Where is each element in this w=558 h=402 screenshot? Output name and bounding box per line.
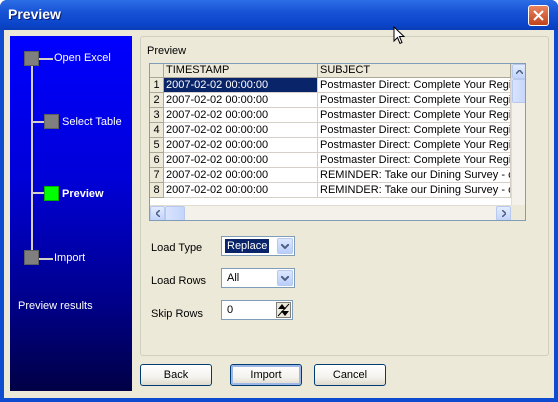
window-frame-bottom: [0, 398, 558, 402]
step-marker-open-excel: [24, 51, 39, 66]
cancel-button[interactable]: Cancel: [314, 364, 386, 386]
timestamp-cell[interactable]: 2007-02-02 00:00:00: [164, 123, 318, 138]
step-label-import: Import: [54, 252, 86, 264]
step-connector-line: [38, 258, 53, 260]
vertical-scrollbar[interactable]: [511, 64, 525, 205]
load-rows-value: All: [227, 272, 240, 284]
skip-rows-spin-button[interactable]: [276, 302, 291, 318]
step-connector-line: [31, 192, 45, 194]
title-bar[interactable]: Preview: [0, 0, 558, 30]
scroll-up-button[interactable]: [512, 64, 525, 79]
grid-corner-header: [150, 64, 164, 78]
load-rows-label: Load Rows: [151, 275, 207, 287]
skip-rows-spinner[interactable]: 0: [221, 300, 293, 320]
subject-cell[interactable]: Postmaster Direct: Complete Your Registr…: [318, 153, 511, 168]
subject-cell[interactable]: REMINDER: Take our Dining Survey - chanc…: [318, 183, 511, 198]
row-number[interactable]: 2: [150, 93, 164, 108]
step-marker-preview-active: [44, 186, 59, 201]
subject-cell[interactable]: Postmaster Direct: Complete Your Registr…: [318, 123, 511, 138]
step-connector-line: [38, 58, 53, 60]
row-number[interactable]: 5: [150, 138, 164, 153]
column-header-timestamp[interactable]: TIMESTAMP: [164, 64, 318, 78]
scroll-right-button[interactable]: [496, 206, 511, 220]
window-title: Preview: [8, 6, 61, 22]
subject-cell[interactable]: Postmaster Direct: Complete Your Registr…: [318, 108, 511, 123]
step-marker-select-table: [44, 114, 59, 129]
column-header-subject[interactable]: SUBJECT: [318, 64, 511, 78]
mouse-cursor-icon: [393, 26, 405, 45]
step-connector-line: [31, 66, 33, 250]
subject-cell[interactable]: Postmaster Direct: Complete Your Registr…: [318, 138, 511, 153]
row-number[interactable]: 3: [150, 108, 164, 123]
skip-rows-value: 0: [227, 304, 234, 316]
row-number[interactable]: 1: [150, 78, 164, 93]
vertical-scroll-thumb[interactable]: [512, 79, 525, 103]
load-type-dropdown-button[interactable]: [277, 238, 293, 254]
row-number[interactable]: 6: [150, 153, 164, 168]
subject-cell[interactable]: Postmaster Direct: Complete Your Registr…: [318, 93, 511, 108]
subject-cell[interactable]: REMINDER: Take our Dining Survey - chanc…: [318, 168, 511, 183]
chevron-up-icon: [516, 69, 523, 74]
load-rows-dropdown[interactable]: All: [221, 268, 295, 288]
step-connector-line: [31, 121, 45, 123]
spin-arrows-icon: [277, 303, 290, 317]
group-label: Preview: [147, 45, 187, 57]
row-number[interactable]: 4: [150, 123, 164, 138]
close-button[interactable]: [528, 5, 549, 26]
close-icon: [533, 10, 544, 21]
scroll-left-button[interactable]: [150, 206, 165, 220]
step-marker-import: [24, 250, 39, 265]
load-rows-dropdown-button[interactable]: [277, 270, 293, 286]
timestamp-cell[interactable]: 2007-02-02 00:00:00: [164, 108, 318, 123]
step-label-select-table: Select Table: [62, 116, 122, 128]
timestamp-cell[interactable]: 2007-02-02 00:00:00: [164, 153, 318, 168]
timestamp-cell[interactable]: 2007-02-02 00:00:00: [164, 168, 318, 183]
load-type-label: Load Type: [151, 242, 203, 254]
preview-group: Preview TIMESTAMP SUBJECT 1 2007-02-02 00…: [140, 36, 549, 356]
chevron-down-icon: [281, 275, 289, 281]
timestamp-cell[interactable]: 2007-02-02 00:00:00: [164, 78, 318, 93]
step-label-preview: Preview: [62, 188, 104, 200]
subject-cell[interactable]: Postmaster Direct: Complete Your Registr…: [318, 78, 511, 93]
chevron-left-icon: [155, 210, 160, 217]
timestamp-cell[interactable]: 2007-02-02 00:00:00: [164, 93, 318, 108]
chevron-right-icon: [501, 210, 506, 217]
status-text: Preview results: [18, 300, 93, 312]
wizard-step-panel: Open Excel Select Table Preview Import P…: [10, 36, 132, 391]
chevron-down-icon: [281, 243, 289, 249]
preview-grid[interactable]: TIMESTAMP SUBJECT 1 2007-02-02 00:00:00 Po…: [149, 63, 526, 221]
timestamp-cell[interactable]: 2007-02-02 00:00:00: [164, 138, 318, 153]
window-frame-right: [554, 30, 558, 402]
preview-dialog: Preview Open Excel Select Table Preview …: [0, 0, 558, 402]
skip-rows-label: Skip Rows: [151, 308, 203, 320]
load-type-value: Replace: [223, 238, 271, 254]
horizontal-scroll-thumb[interactable]: [165, 206, 185, 220]
dialog-client-area: Open Excel Select Table Preview Import P…: [4, 30, 554, 398]
timestamp-cell[interactable]: 2007-02-02 00:00:00: [164, 183, 318, 198]
import-button[interactable]: Import: [230, 364, 302, 386]
scrollbar-corner: [511, 205, 525, 220]
row-number[interactable]: 7: [150, 168, 164, 183]
row-number[interactable]: 8: [150, 183, 164, 198]
load-type-dropdown[interactable]: Replace: [221, 236, 295, 256]
horizontal-scrollbar[interactable]: [150, 205, 511, 220]
step-label-open-excel: Open Excel: [54, 52, 111, 64]
back-button[interactable]: Back: [140, 364, 212, 386]
